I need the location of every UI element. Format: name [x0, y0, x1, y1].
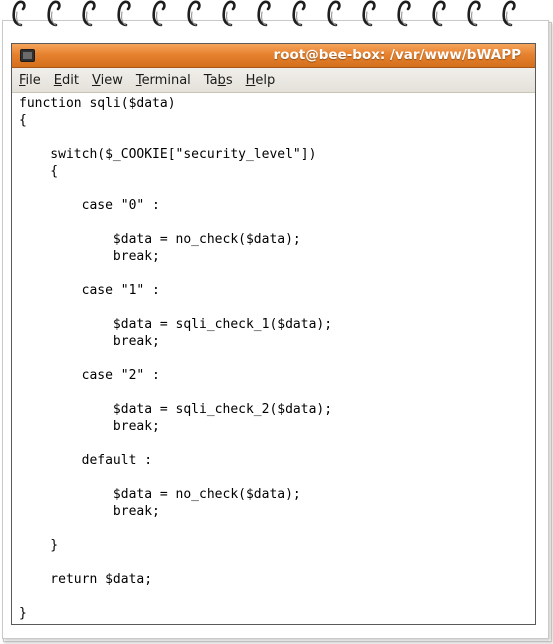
code-line: case "0" :	[19, 198, 160, 213]
menu-item-label: iew	[100, 72, 123, 88]
spiral-ring-icon	[47, 0, 61, 28]
code-line: break;	[19, 504, 160, 519]
code-listing: function sqli($data) { switch($_COOKIE["s…	[12, 94, 535, 622]
terminal-window: root@bee-box: /var/www/bWAPP File Edit Vie…	[11, 43, 536, 625]
menu-item-mnemonic: V	[91, 72, 101, 88]
code-line: case "1" :	[19, 283, 160, 298]
menu-item-mnemonic: H	[245, 72, 256, 88]
spiral-ring-icon	[502, 0, 516, 28]
spiral-ring-icon	[187, 0, 201, 28]
spiral-ring-icon	[152, 0, 166, 28]
menu-item-label: dit	[62, 72, 79, 88]
menu-item-label: s	[225, 72, 233, 88]
menu-item-help[interactable]: Help	[246, 73, 276, 88]
spiral-binding	[12, 0, 532, 30]
spiral-ring-icon	[362, 0, 376, 28]
spiral-ring-icon	[432, 0, 446, 28]
code-line: case "2" :	[19, 368, 160, 383]
menu-item-label: ile	[25, 72, 41, 88]
spiral-ring-icon	[257, 0, 271, 28]
spiral-ring-icon	[82, 0, 96, 28]
code-line: break;	[19, 249, 160, 264]
code-line: $data = no_check($data);	[19, 487, 301, 502]
menu-item-file[interactable]: File	[19, 73, 41, 88]
menu-item-terminal[interactable]: Terminal	[136, 73, 191, 88]
menu-item-edit[interactable]: Edit	[54, 73, 79, 88]
code-line: {	[19, 164, 59, 179]
code-line: return $data;	[19, 572, 153, 587]
menu-bar: File Edit View Terminal Tabs Help	[12, 68, 535, 93]
spiral-ring-icon	[292, 0, 306, 28]
spiral-ring-icon	[117, 0, 131, 28]
code-line: }	[19, 538, 59, 553]
menu-item-label: erminal	[141, 72, 191, 88]
menu-item-mnemonic: E	[53, 72, 62, 88]
code-line: $data = sqli_check_2($data);	[19, 402, 333, 417]
code-line: function sqli($data)	[19, 96, 176, 111]
code-line: $data = sqli_check_1($data);	[19, 317, 333, 332]
spiral-ring-icon	[467, 0, 481, 28]
code-line: {	[19, 113, 27, 128]
menu-item-tabs[interactable]: Tabs	[204, 73, 233, 88]
menu-item-mnemonic: b	[217, 72, 226, 88]
menu-item-label: Ta	[203, 72, 218, 88]
spiral-ring-icon	[222, 0, 236, 28]
window-titlebar[interactable]: root@bee-box: /var/www/bWAPP	[12, 44, 535, 68]
menu-item-label: elp	[255, 72, 276, 88]
code-line: default :	[19, 453, 153, 468]
code-line: break;	[19, 334, 160, 349]
code-line: }	[19, 606, 27, 621]
terminal-output[interactable]: function sqli($data) { switch($_COOKIE["s…	[12, 94, 535, 624]
spiral-ring-icon	[12, 0, 26, 28]
code-line: switch($_COOKIE["security_level"])	[19, 147, 317, 162]
code-line: $data = no_check($data);	[19, 232, 301, 247]
spiral-ring-icon	[397, 0, 411, 28]
terminal-icon[interactable]	[20, 49, 35, 62]
code-line: break;	[19, 419, 160, 434]
spiral-ring-icon	[327, 0, 341, 28]
window-title: root@bee-box: /var/www/bWAPP	[273, 47, 521, 63]
menu-item-view[interactable]: View	[92, 73, 123, 88]
